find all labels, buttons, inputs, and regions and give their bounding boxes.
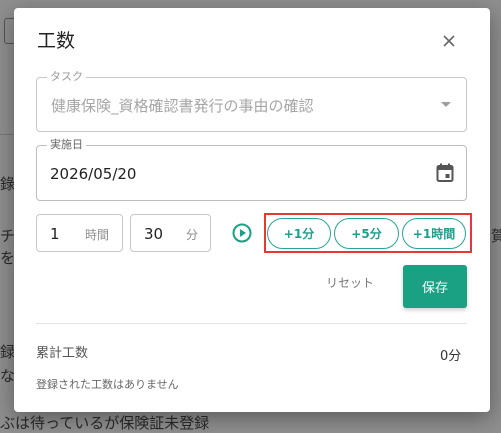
minutes-unit: 分 xyxy=(186,228,199,242)
minutes-value: 30 xyxy=(144,225,164,243)
total-value: 0分 xyxy=(440,349,462,364)
close-icon xyxy=(443,35,455,47)
background-divider xyxy=(0,134,14,135)
background-text: な xyxy=(0,367,16,385)
task-select[interactable]: タスク 健康保険_資格確認書発行の事由の確認 xyxy=(36,70,467,132)
background-text: 錄 xyxy=(0,175,16,193)
play-icon[interactable] xyxy=(232,223,252,243)
empty-message: 登録された工数はありません xyxy=(36,378,179,391)
chevron-down-icon xyxy=(441,102,451,107)
total-label: 累計工数 xyxy=(36,346,89,361)
dialog-title: 工数 xyxy=(37,30,76,52)
background-text: 賀 xyxy=(491,227,501,245)
task-placeholder: 健康保険_資格確認書発行の事由の確認 xyxy=(51,97,314,115)
date-label: 実施日 xyxy=(47,138,86,152)
save-button[interactable]: 保存 xyxy=(403,265,467,308)
hours-value: 1 xyxy=(50,225,60,243)
add-5-minutes-button[interactable]: +5分 xyxy=(334,218,399,249)
divider xyxy=(36,323,467,324)
add-1-minute-button[interactable]: +1分 xyxy=(267,218,331,249)
date-field[interactable]: 実施日 2026/05/20 xyxy=(36,138,467,201)
effort-dialog: 工数 タスク 健康保険_資格確認書発行の事由の確認 実施日 2026/05/20… xyxy=(14,8,490,412)
hours-input[interactable]: 1 時間 xyxy=(36,214,123,252)
date-value: 2026/05/20 xyxy=(50,165,137,183)
calendar-icon[interactable] xyxy=(436,163,454,183)
background-text: 録 xyxy=(0,343,16,361)
add-1-hour-button[interactable]: +1時間 xyxy=(402,218,466,249)
minutes-input[interactable]: 30 分 xyxy=(130,214,211,252)
hours-unit: 時間 xyxy=(85,228,110,242)
close-button[interactable] xyxy=(436,28,462,54)
task-label: タスク xyxy=(47,70,86,84)
reset-button[interactable]: リセット xyxy=(326,274,374,291)
background-text: を xyxy=(0,249,16,267)
